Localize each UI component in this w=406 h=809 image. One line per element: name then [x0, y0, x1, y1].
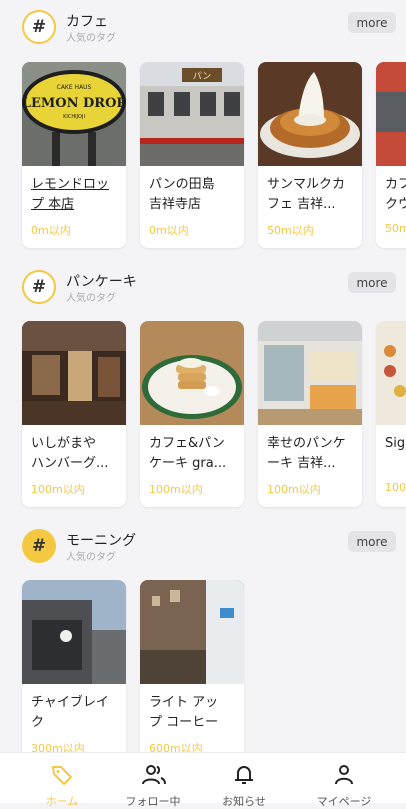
tab-label: ホーム [45, 795, 79, 808]
shop-image [258, 62, 362, 166]
svg-text:KICHIJOJI: KICHIJOJI [63, 114, 85, 120]
shop-name: カフェ&パン ケーキ gra... [149, 436, 227, 471]
shop-name: いしがまや ハンバーグ... [31, 436, 109, 471]
shop-distance: 50m以内 [267, 224, 314, 237]
section-title: モーニング [66, 533, 136, 549]
shop-card[interactable]: いしがまや ハンバーグ... 100m以内 [22, 321, 126, 507]
tab-label: フォロー中 [125, 795, 181, 808]
users-icon [142, 765, 166, 785]
tab-label: お知らせ [222, 795, 266, 808]
shop-name: ライト アッ プ コーヒー [149, 695, 219, 730]
shop-card[interactable]: CAKE HAUS LEMON DROP KICHIJOJI レモンドロッ プ … [22, 62, 126, 248]
tab-notifications[interactable]: お知らせ [194, 753, 294, 808]
more-button[interactable]: more [348, 12, 396, 33]
shop-distance: 0m以内 [149, 224, 189, 237]
bell-icon [235, 766, 253, 784]
shop-image: パン [140, 62, 244, 166]
card-row: チャイブレイ ク 300m以内 ライト アッ プ コーヒー 600m以内 [0, 580, 406, 770]
section-subtitle: 人気のタグ [66, 293, 116, 304]
shop-name: チャイブレイ ク [31, 695, 109, 730]
shop-distance: 100m以内 [267, 483, 321, 496]
shop-distance: 50m [385, 222, 406, 235]
shop-image: CAKE HAUS LEMON DROP KICHIJOJI [22, 62, 126, 166]
shop-image [140, 321, 244, 425]
shop-card[interactable]: カフ クウ 50m [376, 62, 406, 248]
shop-image [376, 62, 406, 166]
section-subtitle: 人気のタグ [66, 552, 116, 563]
more-button[interactable]: more [348, 272, 396, 293]
bottom-tab-bar: ホーム フォロー中 お知らせ マイページ [0, 752, 406, 808]
section-header: # パンケーキ 人気のタグ more [22, 270, 406, 310]
shop-name: カフ クウ [385, 177, 406, 212]
tab-label: マイページ [316, 795, 372, 808]
shop-name: パンの田島 吉祥寺店 [149, 177, 215, 212]
tab-mypage[interactable]: マイページ [294, 753, 394, 808]
shop-image [376, 321, 406, 425]
section-header: # カフェ 人気のタグ more [22, 10, 406, 50]
hashtag-icon: # [22, 10, 56, 44]
shop-name: 幸せのパンケ ーキ 吉祥... [267, 436, 346, 471]
shop-image [140, 580, 244, 684]
shop-card[interactable]: パン パンの田島 吉祥寺店 0m以内 [140, 62, 244, 248]
tag-icon [52, 766, 72, 785]
shop-image [22, 580, 126, 684]
shop-image [258, 321, 362, 425]
section-subtitle: 人気のタグ [66, 33, 116, 44]
shop-card[interactable]: カフェ&パン ケーキ gra... 100m以内 [140, 321, 244, 507]
more-button[interactable]: more [348, 531, 396, 552]
section-title: カフェ [66, 14, 108, 30]
shop-card[interactable]: サンマルクカ フェ 吉祥... 50m以内 [258, 62, 362, 248]
shop-name: Sig [385, 436, 406, 451]
hashtag-icon: # [22, 529, 56, 563]
svg-text:LEMON DROP: LEMON DROP [22, 96, 126, 111]
shop-distance: 0m以内 [31, 224, 71, 237]
shop-card[interactable]: 幸せのパンケ ーキ 吉祥... 100m以内 [258, 321, 362, 507]
tab-home[interactable]: ホーム [12, 753, 112, 808]
shop-card[interactable]: チャイブレイ ク 300m以内 [22, 580, 126, 766]
svg-text:CAKE HAUS: CAKE HAUS [57, 84, 92, 91]
person-icon [335, 765, 353, 785]
shop-name: サンマルクカ フェ 吉祥... [267, 177, 346, 212]
section-header: # モーニング 人気のタグ more [22, 529, 406, 569]
card-row: いしがまや ハンバーグ... 100m以内 カフェ&パン ケーキ gra... … [0, 321, 406, 511]
svg-text:パン: パン [193, 71, 211, 82]
section-title: パンケーキ [66, 274, 137, 290]
card-row: CAKE HAUS LEMON DROP KICHIJOJI レモンドロッ プ … [0, 62, 406, 252]
shop-card[interactable]: Sig 100 [376, 321, 406, 507]
hashtag-icon: # [22, 270, 56, 304]
shop-distance: 100m以内 [149, 483, 203, 496]
tab-following[interactable]: フォロー中 [103, 753, 203, 808]
shop-distance: 100m以内 [31, 483, 85, 496]
shop-distance: 100 [385, 481, 406, 494]
shop-name[interactable]: レモンドロッ プ 本店 [31, 175, 123, 215]
shop-image [22, 321, 126, 425]
shop-card[interactable]: ライト アッ プ コーヒー 600m以内 [140, 580, 244, 766]
